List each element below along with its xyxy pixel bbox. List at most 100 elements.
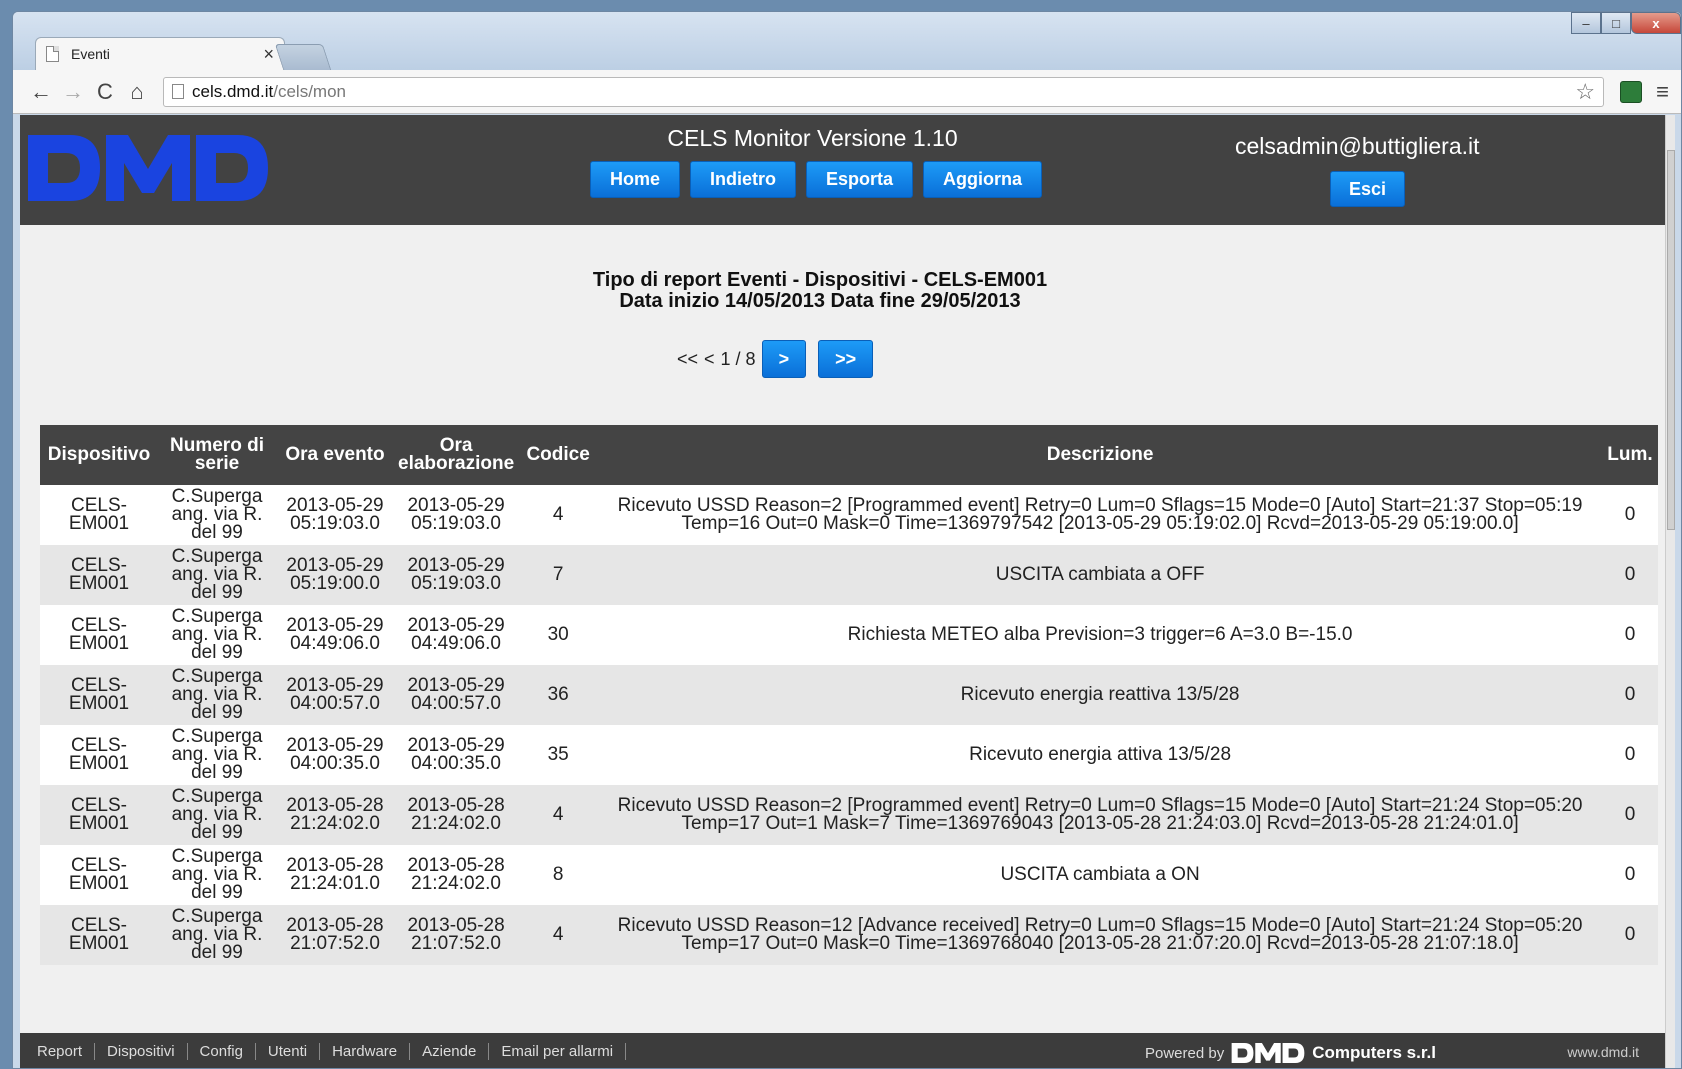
table-row[interactable]: CELS-EM001 C.Superga ang. via R. del 99 20… [40,545,1658,605]
cell-event-time: 2013-05-28 21:07:52.0 [276,905,394,965]
new-tab-button[interactable] [274,44,332,70]
cell-event-time: 2013-05-29 04:00:35.0 [276,725,394,785]
browser-tab[interactable]: Eventi × [35,37,285,70]
cell-serial: C.Superga ang. via R. del 99 [158,725,276,785]
col-header-lum[interactable]: Lum. [1602,425,1658,485]
cell-description: Ricevuto energia attiva 13/5/28 [598,725,1602,785]
footer-link-users[interactable]: Utenti [256,1043,321,1060]
last-page-button[interactable]: >> [818,340,874,378]
pagination: << < 1 / 8 > >> [677,340,874,378]
cell-device: CELS-EM001 [40,665,158,725]
col-header-code[interactable]: Codice [518,425,599,485]
table-row[interactable]: CELS-EM001 C.Superga ang. via R. del 99 20… [40,785,1658,845]
col-header-description[interactable]: Descrizione [598,425,1602,485]
home-button[interactable]: Home [590,161,681,198]
cell-processing-time: 2013-05-29 04:49:06.0 [394,605,519,665]
reload-icon[interactable]: C [89,79,121,105]
vertical-scrollbar[interactable] [1665,115,1675,1068]
cell-device: CELS-EM001 [40,725,158,785]
cell-device: CELS-EM001 [40,545,158,605]
scrollbar-thumb[interactable] [1667,150,1675,530]
footer-link-companies[interactable]: Aziende [410,1043,490,1060]
events-table: Dispositivo Numero di serie Ora evento O… [40,425,1658,965]
cell-code: 7 [518,545,599,605]
footer-link-report[interactable]: Report [25,1043,96,1060]
cell-serial: C.Superga ang. via R. del 99 [158,605,276,665]
table-row[interactable]: CELS-EM001 C.Superga ang. via R. del 99 20… [40,605,1658,665]
table-row[interactable]: CELS-EM001 C.Superga ang. via R. del 99 20… [40,485,1658,545]
back-button[interactable]: Indietro [690,161,797,198]
cell-event-time: 2013-05-28 21:24:02.0 [276,785,394,845]
extension-icon[interactable] [1620,80,1643,103]
company-name: Computers s.r.l [1312,1043,1436,1062]
table-row[interactable]: CELS-EM001 C.Superga ang. via R. del 99 20… [40,665,1658,725]
address-bar[interactable]: cels.dmd.it/cels/mon ☆ [163,76,1605,107]
cell-code: 4 [518,785,599,845]
cell-code: 35 [518,725,599,785]
window-controls: – □ x [1571,12,1681,34]
page-viewport: CELS Monitor Versione 1.10 Home Indietro… [20,115,1675,1068]
refresh-button[interactable]: Aggiorna [923,161,1043,198]
col-header-serial[interactable]: Numero di serie [158,425,276,485]
next-page-button[interactable]: > [761,340,807,378]
cell-event-time: 2013-05-28 21:24:01.0 [276,845,394,905]
header-nav: Home Indietro Esporta Aggiorna [590,161,1043,198]
cell-code: 8 [518,845,599,905]
table-row[interactable]: CELS-EM001 C.Superga ang. via R. del 99 20… [40,725,1658,785]
browser-toolbar: ← → C ⌂ cels.dmd.it/cels/mon ☆ ≡ [13,70,1681,114]
cell-event-time: 2013-05-29 04:00:57.0 [276,665,394,725]
footer-link-devices[interactable]: Dispositivi [95,1043,188,1060]
cell-processing-time: 2013-05-28 21:24:02.0 [394,785,519,845]
back-arrow-icon[interactable]: ← [25,79,57,105]
forward-arrow-icon[interactable]: → [57,79,89,105]
cell-lum: 0 [1602,905,1658,965]
cell-lum: 0 [1602,605,1658,665]
browser-menu-icon[interactable]: ≡ [1656,79,1669,105]
col-header-event-time[interactable]: Ora evento [276,425,394,485]
page-icon [46,46,59,62]
table-row[interactable]: CELS-EM001 C.Superga ang. via R. del 99 20… [40,905,1658,965]
maximize-button[interactable]: □ [1601,12,1631,34]
cell-processing-time: 2013-05-29 05:19:03.0 [394,485,519,545]
cell-code: 36 [518,665,599,725]
export-button[interactable]: Esporta [806,161,914,198]
cell-serial: C.Superga ang. via R. del 99 [158,545,276,605]
logout-button[interactable]: Esci [1330,171,1406,207]
cell-lum: 0 [1602,485,1658,545]
bookmark-star-icon[interactable]: ☆ [1575,79,1595,105]
app-header: CELS Monitor Versione 1.10 Home Indietro… [20,115,1665,225]
report-title: Tipo di report Eventi - Dispositivi - CE… [20,270,1620,312]
footer-link-alarm-email[interactable]: Email per allarmi [489,1043,627,1060]
tab-close-icon[interactable]: × [263,44,274,65]
tab-title: Eventi [71,46,110,62]
cell-description: USCITA cambiata a OFF [598,545,1602,605]
url-path: /cels/mon [273,81,346,101]
cell-device: CELS-EM001 [40,605,158,665]
tab-strip: Eventi × – □ x [13,12,1681,70]
col-header-device[interactable]: Dispositivo [40,425,158,485]
first-page-link[interactable]: << [677,349,698,370]
cell-serial: C.Superga ang. via R. del 99 [158,785,276,845]
col-header-processing-time[interactable]: Ora elaborazione [394,425,519,485]
table-body: CELS-EM001 C.Superga ang. via R. del 99 20… [40,485,1658,965]
cell-serial: C.Superga ang. via R. del 99 [158,905,276,965]
site-link[interactable]: www.dmd.it [1567,1044,1639,1060]
cell-code: 4 [518,905,599,965]
cell-processing-time: 2013-05-29 04:00:57.0 [394,665,519,725]
cell-lum: 0 [1602,665,1658,725]
cell-description: Ricevuto USSD Reason=12 [Advance receive… [598,905,1602,965]
cell-device: CELS-EM001 [40,845,158,905]
cell-lum: 0 [1602,725,1658,785]
footer-link-hardware[interactable]: Hardware [320,1043,411,1060]
cell-serial: C.Superga ang. via R. del 99 [158,665,276,725]
cell-device: CELS-EM001 [40,905,158,965]
home-icon[interactable]: ⌂ [121,79,153,105]
cell-description: Ricevuto USSD Reason=2 [Programmed event… [598,485,1602,545]
footer-link-config[interactable]: Config [188,1043,256,1060]
table-row[interactable]: CELS-EM001 C.Superga ang. via R. del 99 20… [40,845,1658,905]
powered-by-label: Powered by [1145,1044,1225,1062]
cell-lum: 0 [1602,545,1658,605]
prev-page-link[interactable]: < [704,349,715,370]
close-window-button[interactable]: x [1631,12,1681,34]
minimize-button[interactable]: – [1571,12,1601,34]
